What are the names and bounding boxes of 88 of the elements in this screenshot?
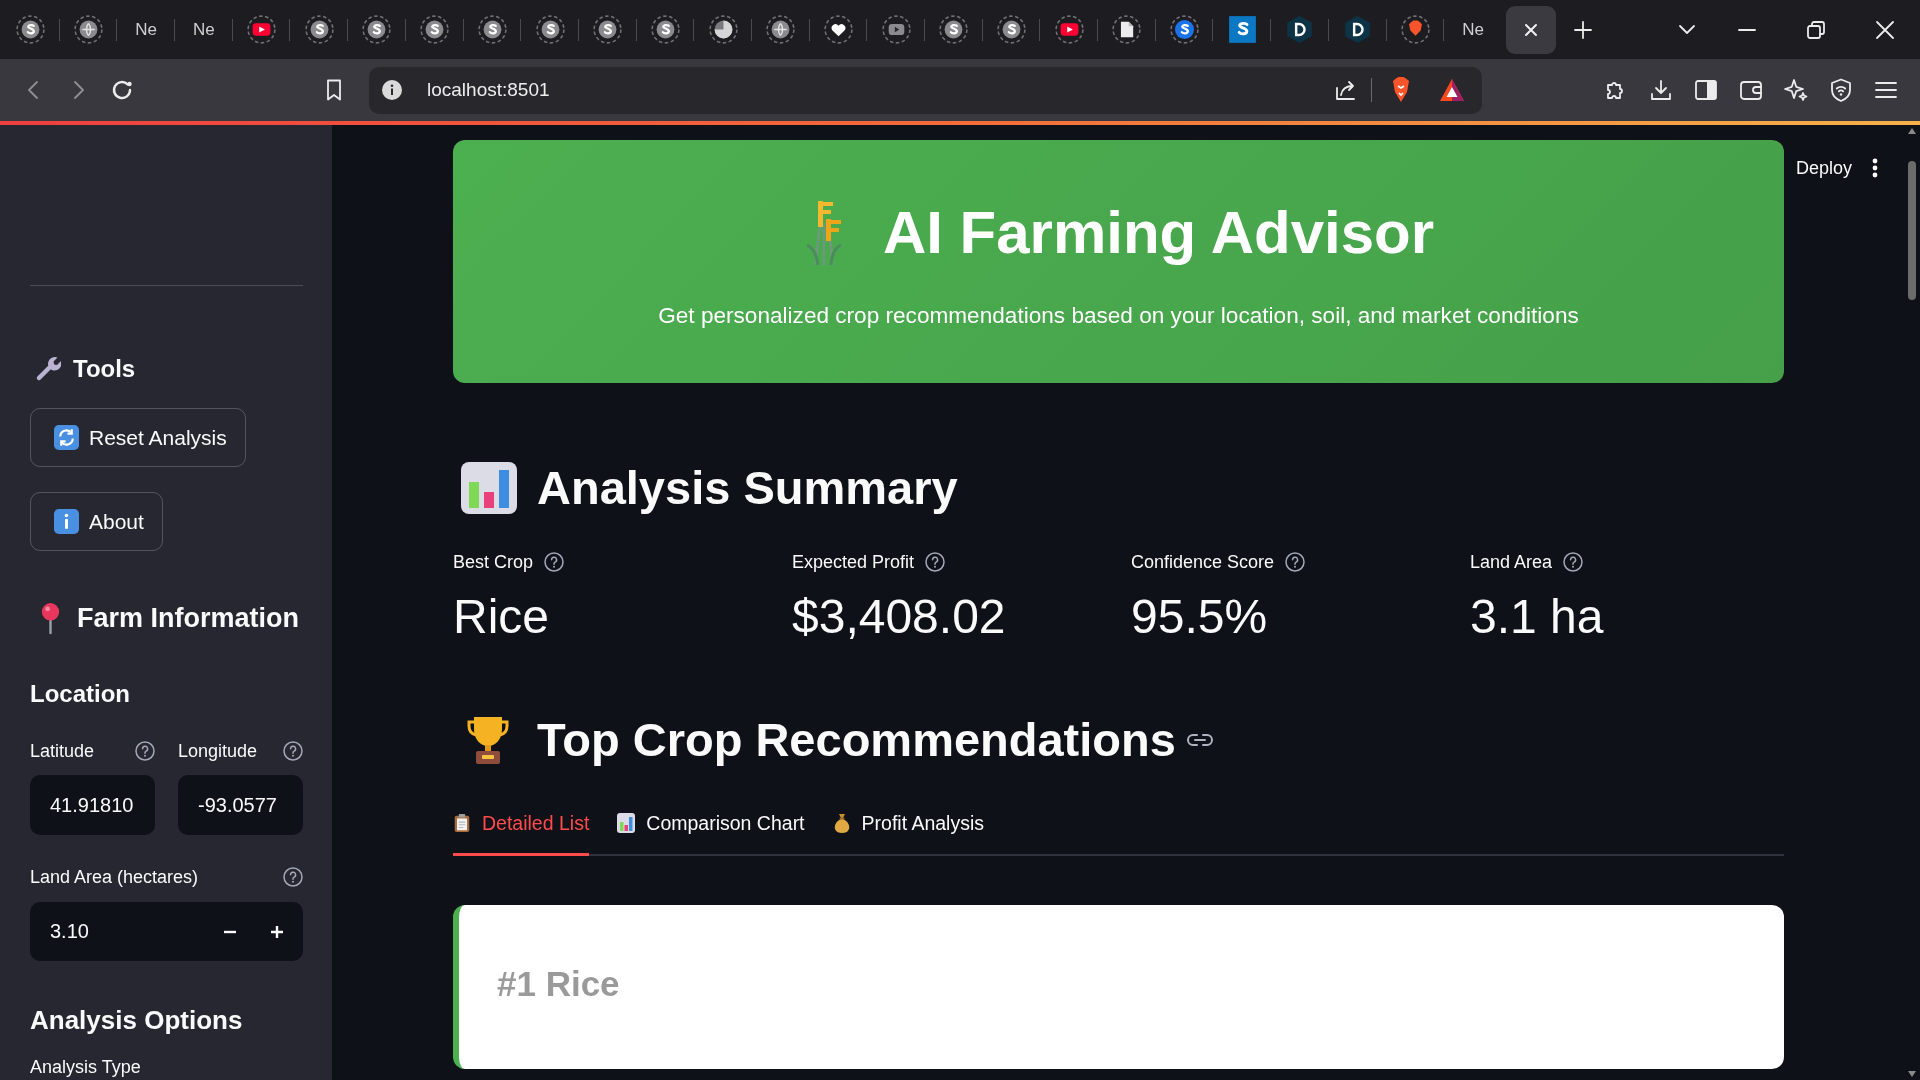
- money-bag-icon: [832, 813, 851, 833]
- metric-value: 95.5%: [1131, 590, 1268, 643]
- info-icon: [54, 509, 79, 534]
- clipboard-icon: [453, 813, 471, 833]
- plus-icon[interactable]: [1572, 19, 1593, 40]
- shield-icon[interactable]: [1829, 78, 1853, 102]
- bar-chart-icon: [461, 462, 517, 514]
- play-icon: [881, 15, 911, 44]
- help-icon: [544, 552, 565, 572]
- help-icon: [925, 552, 946, 572]
- wrench-icon: [35, 356, 61, 382]
- s-circle-icon: [997, 15, 1027, 44]
- field-label: Latitude: [30, 740, 95, 763]
- s-circle-icon: [304, 15, 334, 44]
- page-subtitle: Get personalized crop recommendations based on your location, soil, and market conditions: [658, 302, 1579, 330]
- field-label: Analysis Type: [30, 1056, 141, 1078]
- s-circle-icon: [593, 15, 623, 44]
- sidebar-icon[interactable]: [1694, 78, 1718, 102]
- d-hexagon-icon: [1285, 15, 1315, 44]
- s-circle-icon: [477, 15, 507, 44]
- link-icon[interactable]: [1186, 733, 1213, 747]
- input-field[interactable]: 41.91810: [30, 775, 155, 835]
- page-title: AI Farming Advisor: [882, 198, 1435, 268]
- s-circle-icon: [650, 15, 680, 44]
- about-button[interactable]: About: [30, 492, 163, 551]
- analysis-options-heading: Analysis Options: [30, 1004, 243, 1037]
- help-icon: [135, 741, 155, 761]
- number-input[interactable]: 3.10: [30, 902, 303, 961]
- document-icon: [1112, 15, 1142, 44]
- tab[interactable]: Detailed List: [453, 799, 590, 856]
- tab[interactable]: Profit Analysis: [832, 799, 984, 856]
- wallet-icon[interactable]: [1739, 78, 1763, 102]
- help-icon: [1563, 552, 1584, 572]
- restore-icon[interactable]: [1806, 19, 1826, 40]
- browser-tab[interactable]: Ne: [121, 5, 172, 54]
- input-field[interactable]: 3.10: [50, 916, 203, 947]
- video-play-icon: [247, 15, 277, 44]
- metric-label: Land Area: [1470, 551, 1553, 574]
- card-title: #1 Rice: [497, 964, 620, 1004]
- help-icon: [283, 741, 303, 761]
- reset-button[interactable]: Reset Analysis: [30, 408, 246, 467]
- field-label: Land Area (hectares): [30, 866, 199, 889]
- field-label: Longitude: [178, 740, 258, 763]
- address-bar[interactable]: localhost:8501: [369, 66, 1482, 114]
- browser-tab[interactable]: Ne: [1448, 5, 1499, 54]
- tab[interactable]: Comparison Chart: [617, 799, 805, 856]
- tools-heading: Tools: [73, 354, 136, 384]
- location-heading: Location: [30, 679, 130, 709]
- s-circle-icon: [939, 15, 969, 44]
- triangle-icon[interactable]: [1440, 79, 1464, 101]
- browser-tab[interactable]: [1505, 5, 1556, 54]
- deploy-button[interactable]: Deploy: [1795, 156, 1852, 180]
- input-field[interactable]: -93.0577: [178, 775, 303, 835]
- pie-icon: [708, 15, 738, 44]
- shield-logo-icon: [1400, 15, 1430, 44]
- s-circle-icon: [420, 15, 450, 44]
- metric-value: 3.1 ha: [1470, 590, 1604, 643]
- metric-label: Expected Profit: [792, 551, 915, 574]
- section-heading: Analysis Summary: [537, 460, 958, 516]
- refresh-icon: [54, 425, 79, 450]
- d-hexagon-icon: [1343, 15, 1373, 44]
- s-square-icon: [1227, 15, 1257, 44]
- s-circle-icon: [362, 15, 392, 44]
- farm-information-heading: Farm Information: [77, 602, 299, 635]
- s-circle-icon: [535, 15, 565, 44]
- globe-icon: [766, 15, 796, 44]
- s-circle-icon: [16, 15, 46, 44]
- metric-value: $3,408.02: [792, 590, 1006, 643]
- trophy-icon: [465, 715, 511, 765]
- help-icon: [1285, 552, 1306, 572]
- help-icon: [283, 867, 303, 887]
- sparkle-icon[interactable]: [1784, 78, 1808, 102]
- metric-label: Confidence Score: [1131, 551, 1275, 574]
- share-icon[interactable]: [1334, 78, 1358, 102]
- video-play-icon: [1054, 15, 1084, 44]
- metric-value: Rice: [453, 590, 550, 643]
- download-icon[interactable]: [1649, 78, 1673, 102]
- bar-chart-icon: [617, 813, 636, 833]
- reload-icon[interactable]: [110, 78, 134, 102]
- more-icon[interactable]: [1872, 158, 1878, 178]
- browser-tab[interactable]: Ne: [178, 5, 229, 54]
- close-icon[interactable]: [1875, 19, 1895, 40]
- info-icon[interactable]: [382, 80, 402, 100]
- globe-icon: [74, 15, 104, 44]
- metric-label: Best Crop: [453, 551, 534, 574]
- section-heading: Top Crop Recommendations: [537, 712, 1176, 768]
- url-text[interactable]: localhost:8501: [427, 79, 550, 101]
- s-circle-icon: [1170, 15, 1200, 44]
